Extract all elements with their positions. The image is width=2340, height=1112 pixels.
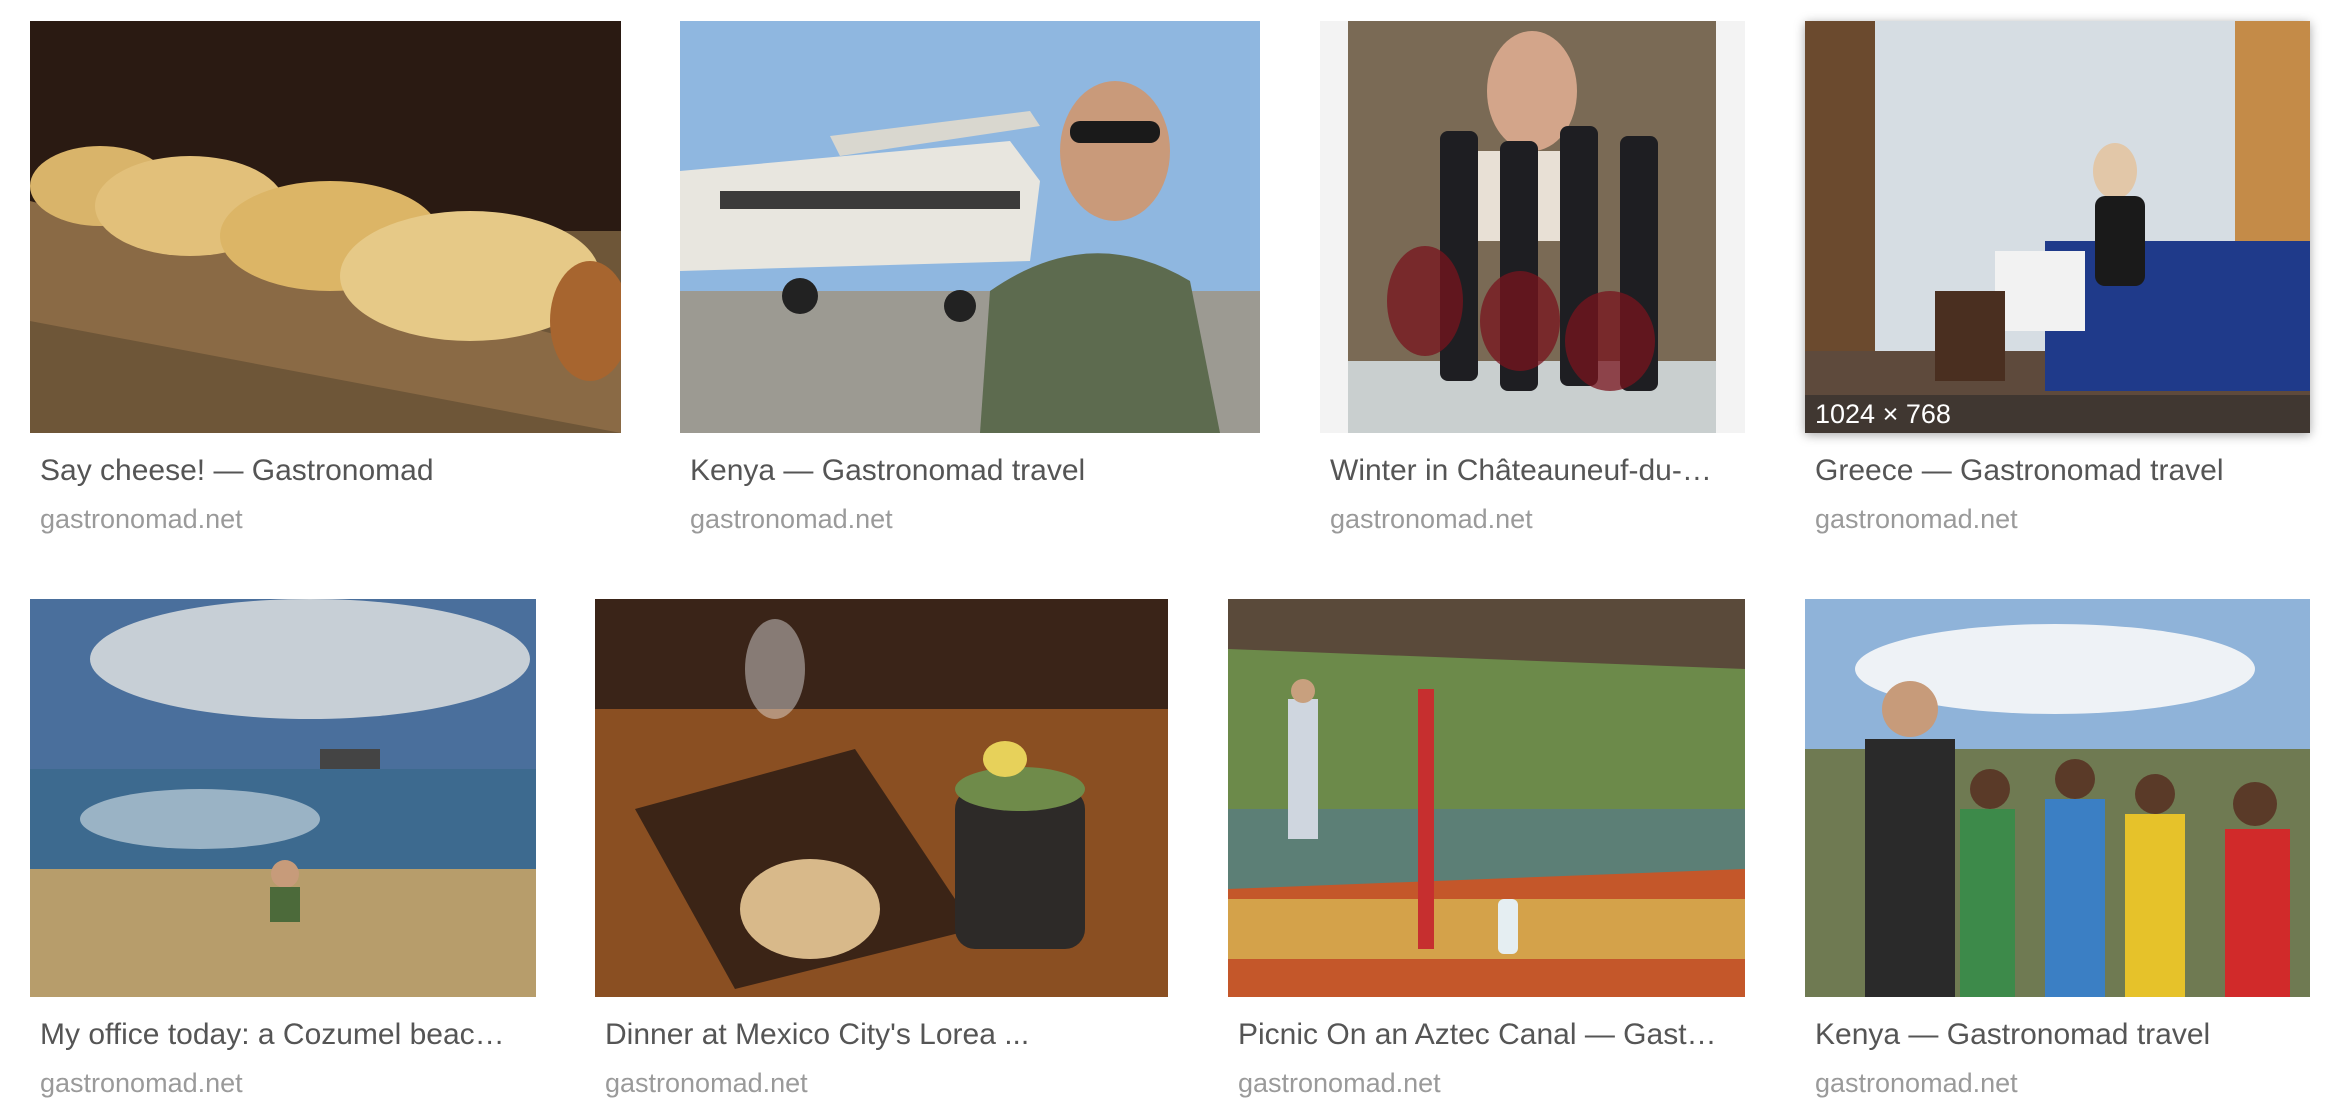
man-with-airplane-image [680, 21, 1260, 433]
result-source: gastronomad.net [1815, 504, 2018, 534]
result-thumbnail[interactable] [595, 599, 1168, 997]
result-card[interactable]: Dinner at Mexico City's Lorea ... gastro… [595, 599, 1168, 1099]
result-source: gastronomad.net [1238, 1068, 1441, 1098]
result-thumbnail[interactable] [1228, 599, 1745, 997]
result-title[interactable]: Dinner at Mexico City's Lorea ... [605, 1017, 1162, 1053]
result-title[interactable]: Kenya — Gastronomad travel [690, 453, 1254, 489]
result-title[interactable]: Picnic On an Aztec Canal — Gast… [1238, 1017, 1738, 1053]
result-title[interactable]: Kenya — Gastronomad travel [1815, 1017, 2310, 1053]
group-photo-image [1805, 599, 2310, 997]
dinner-image [595, 599, 1168, 997]
result-source: gastronomad.net [690, 504, 893, 534]
hotel-room-image [1805, 21, 2310, 433]
result-source: gastronomad.net [1330, 504, 1533, 534]
result-thumbnail[interactable] [30, 599, 536, 997]
result-thumbnail[interactable] [30, 21, 621, 433]
result-source: gastronomad.net [1815, 1068, 2018, 1098]
beach-image [30, 599, 536, 997]
result-title[interactable]: Say cheese! — Gastronomad [40, 453, 615, 489]
result-thumbnail[interactable] [1320, 21, 1745, 433]
result-thumbnail[interactable]: 1024 × 768 [1805, 21, 2310, 433]
result-title[interactable]: Greece — Gastronomad travel [1815, 453, 2310, 489]
result-card[interactable]: Picnic On an Aztec Canal — Gast… gastron… [1228, 599, 1745, 1099]
result-thumbnail[interactable] [1805, 599, 2310, 997]
canal-boat-image [1228, 599, 1745, 997]
result-card[interactable]: Kenya — Gastronomad travel gastronomad.n… [680, 21, 1260, 541]
result-card[interactable]: 1024 × 768 Greece — Gastronomad travel g… [1805, 21, 2310, 541]
result-title[interactable]: Winter in Châteauneuf-du-… [1330, 453, 1735, 489]
result-card[interactable]: Say cheese! — Gastronomad gastronomad.ne… [30, 21, 621, 541]
wine-image [1320, 21, 1745, 433]
result-card[interactable]: Winter in Châteauneuf-du-… gastronomad.n… [1320, 21, 1745, 541]
result-card[interactable]: Kenya — Gastronomad travel gastronomad.n… [1805, 599, 2310, 1099]
image-dimensions-overlay: 1024 × 768 [1805, 395, 2310, 433]
result-source: gastronomad.net [40, 504, 243, 534]
cheese-image [30, 21, 621, 433]
result-source: gastronomad.net [605, 1068, 808, 1098]
result-title[interactable]: My office today: a Cozumel beac… [40, 1017, 530, 1053]
result-card[interactable]: My office today: a Cozumel beac… gastron… [30, 599, 536, 1099]
result-source: gastronomad.net [40, 1068, 243, 1098]
result-thumbnail[interactable] [680, 21, 1260, 433]
